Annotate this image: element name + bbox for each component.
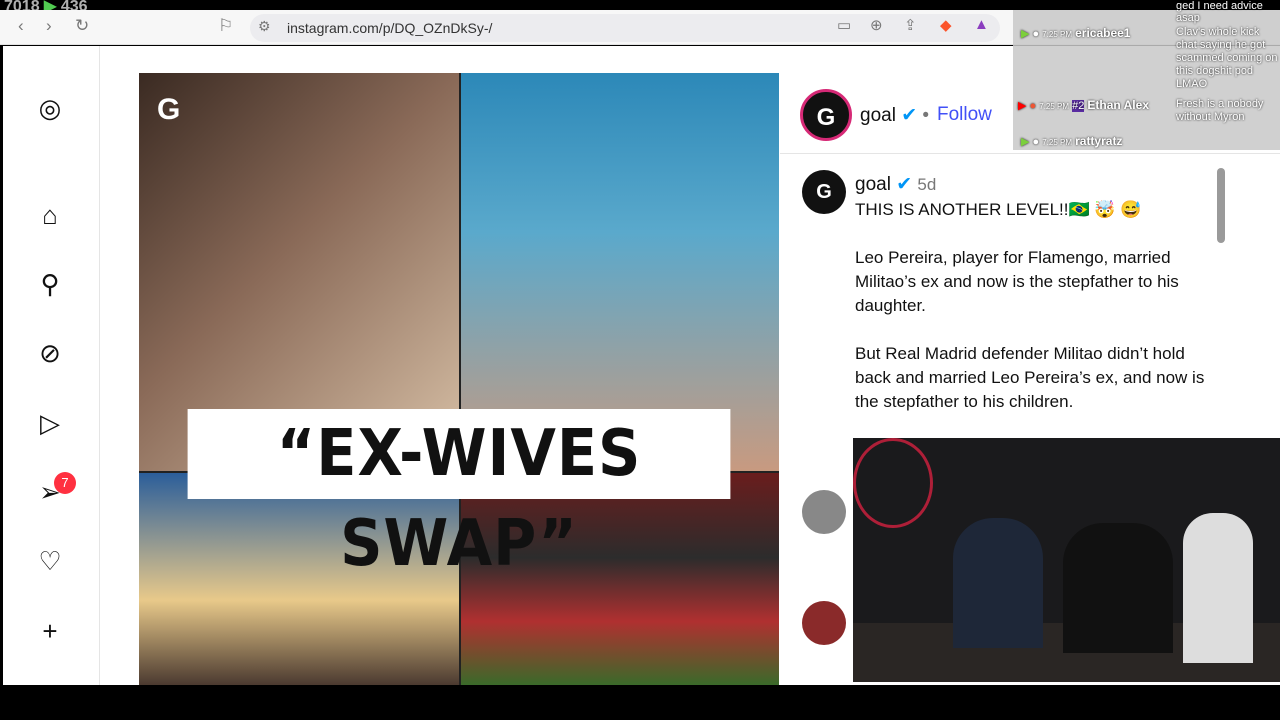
- sidebar: ◎ ⌂ ⚲ ⊘ ▷ ➢ 7 ♡ +: [3, 46, 100, 685]
- commenter-avatar[interactable]: [802, 490, 846, 534]
- caption-body: Leo Pereira, player for Flamengo, marrie…: [855, 248, 1205, 411]
- caption-header: goal ✔ 5d: [855, 173, 936, 196]
- post-time: 5d: [917, 175, 937, 194]
- caption-text: THIS IS ANOTHER LEVEL!!🇧🇷 🤯 😅 Leo Pereir…: [855, 198, 1205, 414]
- gaming-chair: [1183, 513, 1253, 663]
- explore-icon[interactable]: ⊘: [35, 338, 65, 368]
- forward-icon[interactable]: ›: [46, 16, 52, 36]
- search-icon[interactable]: ⚲: [35, 269, 65, 299]
- follow-button[interactable]: Follow: [937, 104, 992, 126]
- verified-icon: ✔: [896, 174, 913, 195]
- host-1: [953, 518, 1043, 648]
- author-name[interactable]: goal: [860, 105, 896, 126]
- notifications-heart-icon[interactable]: ♡: [35, 546, 65, 576]
- post-headline: “EX-WIVES SWAP”: [187, 409, 731, 581]
- instagram-logo-icon[interactable]: ◎: [35, 93, 65, 123]
- chat-message: ▶ ● 7:25 PM ericabee1: [1021, 26, 1131, 40]
- verified-icon: ✔: [901, 105, 918, 126]
- caption-avatar[interactable]: G: [802, 170, 846, 214]
- caption-author-name[interactable]: goal: [855, 174, 891, 195]
- stream-chat-overlay: ▶ ● 7:25 PM ericabee1 ged I need advice …: [1013, 0, 1280, 150]
- site-settings-icon[interactable]: ⚙: [258, 18, 271, 35]
- create-plus-icon[interactable]: +: [35, 616, 65, 646]
- chat-text: ged I need advice asap: [1176, 0, 1263, 24]
- brave-rewards-icon[interactable]: ▲: [974, 16, 989, 33]
- chat-text: Fresh is a nobody without Myron: [1176, 98, 1264, 123]
- stream-top-bar: 7018 ▶ 436: [0, 0, 1280, 15]
- host-2: [1063, 523, 1173, 653]
- chat-message: ▶ ● 7:25 PM rattyratz: [1021, 134, 1123, 148]
- back-icon[interactable]: ‹: [18, 16, 24, 36]
- home-icon[interactable]: ⌂: [35, 200, 65, 230]
- caption-title: THIS IS ANOTHER LEVEL!!🇧🇷 🤯 😅: [855, 200, 1142, 219]
- author-avatar[interactable]: G: [800, 89, 852, 141]
- commenter-avatar[interactable]: [802, 601, 846, 645]
- chat-text: Clav's whole kick chat saying he got sca…: [1176, 26, 1278, 90]
- address-bar[interactable]: ⚙ instagram.com/p/DQ_OZnDkSy-/ ▭ ⊕ ⇪ ◆ ▲: [250, 14, 1000, 42]
- share-icon[interactable]: ⇪: [904, 16, 917, 34]
- podcast-video-overlay: [853, 438, 1280, 682]
- url-text: instagram.com/p/DQ_OZnDkSy-/: [287, 20, 493, 36]
- bottom-bar: [0, 685, 1280, 720]
- bookmark-icon[interactable]: ⚐: [218, 16, 233, 36]
- zoom-icon[interactable]: ⊕: [870, 16, 883, 34]
- author-header: goal ✔ •: [860, 105, 930, 126]
- divider: [780, 153, 1280, 154]
- goal-logo: G: [157, 93, 181, 126]
- reels-icon[interactable]: ▷: [35, 408, 65, 438]
- notification-badge: 7: [54, 472, 76, 494]
- neon-sign: [853, 438, 933, 528]
- post-image[interactable]: G “EX-WIVES SWAP”: [139, 73, 779, 685]
- chat-message: ▶ ● 7:25 PM #2 Ethan Alex: [1018, 98, 1149, 112]
- reload-icon[interactable]: ↻: [75, 16, 89, 36]
- brave-shield-icon[interactable]: ◆: [940, 16, 952, 34]
- cast-icon[interactable]: ▭: [837, 16, 851, 34]
- scrollbar[interactable]: [1217, 168, 1225, 243]
